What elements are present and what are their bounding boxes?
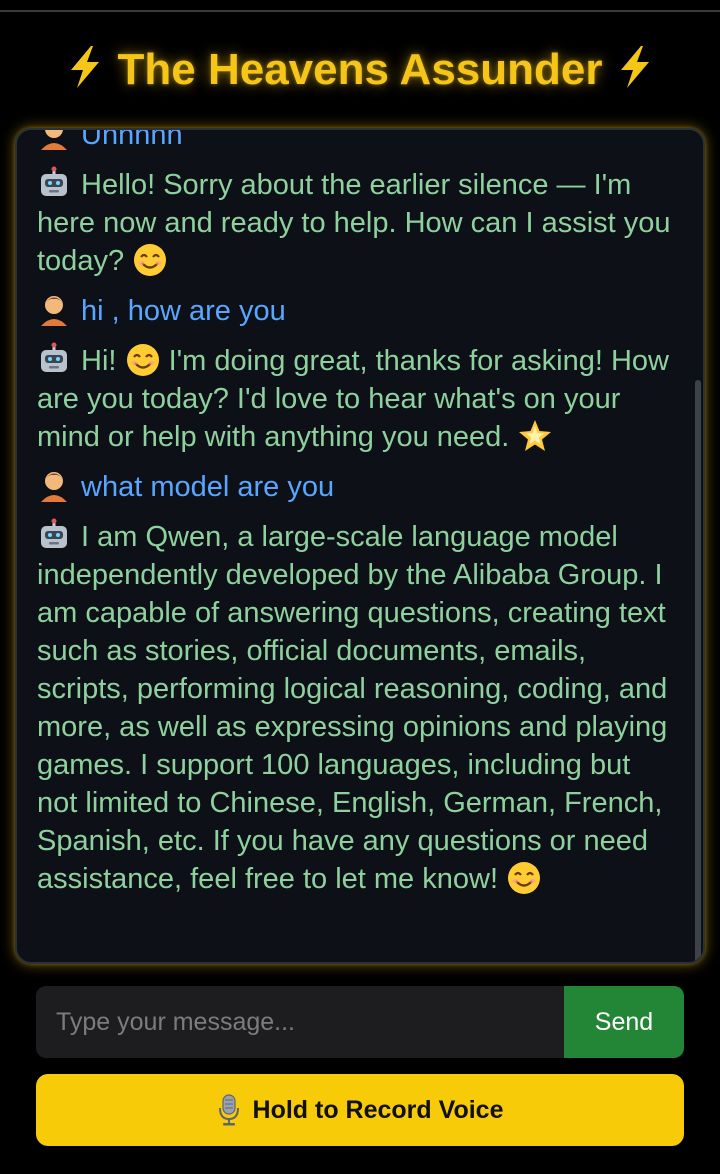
person-icon xyxy=(41,130,67,150)
microphone-icon xyxy=(218,1094,239,1126)
top-divider xyxy=(0,0,720,12)
smiling-face-icon xyxy=(508,862,541,894)
robot-icon xyxy=(41,518,67,548)
smiling-face-icon xyxy=(134,244,167,276)
page-title: The Heavens Assunder xyxy=(117,45,603,94)
chat-scroll-area: Uhhhhh Hello! Sorry about the earlier si… xyxy=(17,130,703,910)
bot-message: I am Qwen, a large-scale language model … xyxy=(37,518,675,898)
chat-scrollbar[interactable] xyxy=(695,380,701,962)
record-voice-label: Hold to Record Voice xyxy=(252,1095,504,1124)
message-input[interactable] xyxy=(36,986,564,1058)
app-header: The Heavens Assunder xyxy=(0,38,720,102)
robot-icon xyxy=(41,166,67,196)
glowing-star-icon xyxy=(519,420,552,451)
lightning-bolt-icon xyxy=(620,46,649,88)
user-message: hi , how are you xyxy=(37,292,675,330)
user-message: Uhhhhh xyxy=(37,130,675,154)
bot-message: Hi! I'm doing great, thanks for asking! … xyxy=(37,342,675,456)
user-message: what model are you xyxy=(37,468,675,506)
smiling-face-icon xyxy=(126,344,159,376)
person-icon xyxy=(41,296,67,326)
record-voice-button[interactable]: Hold to Record Voice xyxy=(36,1074,684,1146)
robot-icon xyxy=(41,342,67,372)
person-icon xyxy=(41,472,67,502)
bot-message: Hello! Sorry about the earlier silence —… xyxy=(37,166,675,280)
lightning-bolt-icon xyxy=(71,46,100,88)
chat-log[interactable]: Uhhhhh Hello! Sorry about the earlier si… xyxy=(15,128,705,964)
message-composer: Send xyxy=(36,986,684,1058)
send-button[interactable]: Send xyxy=(564,986,684,1058)
